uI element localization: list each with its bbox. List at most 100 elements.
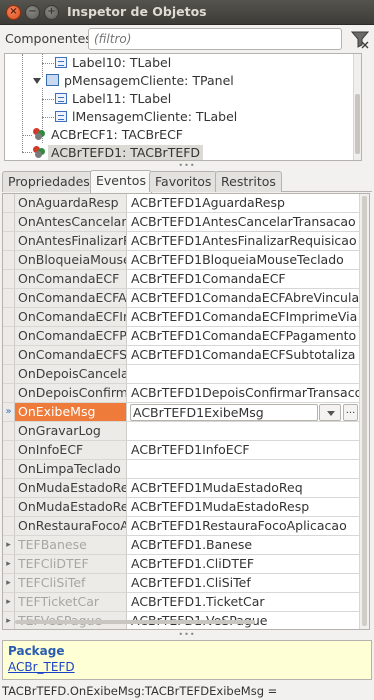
event-name[interactable]: OnAntesCancelarTransacao (15, 213, 127, 231)
event-handler-value[interactable]: ACBrTEFD1AguardaResp (128, 194, 359, 212)
grid-row[interactable]: OnDepoisCancelarTransacoes (3, 365, 359, 384)
scrollbar-thumb[interactable] (15, 620, 255, 624)
event-handler-editor[interactable]: ACBrTEFD1ExibeMsg (130, 404, 318, 421)
maximize-window-button[interactable]: + (44, 5, 59, 20)
event-name[interactable]: OnMudaEstadoResp (15, 498, 127, 516)
expand-arrow-icon[interactable]: ▸ (3, 536, 15, 554)
expand-arrow-icon[interactable]: ▸ (3, 574, 15, 592)
event-handler-value[interactable]: ACBrTEFD1ComandaECFPagamento (128, 327, 359, 345)
grid-row[interactable]: OnMudaEstadoReq ACBrTEFD1MudaEstadoReq (3, 479, 359, 498)
event-handler-value[interactable] (128, 365, 359, 383)
grid-row[interactable]: OnComandaECFPagamentoACBrTEFD1ComandaECF… (3, 327, 359, 346)
dropdown-arrow-button[interactable] (319, 404, 341, 421)
grid-row[interactable]: OnDepoisConfirmarTransacoesACBrTEFD1Depo… (3, 384, 359, 403)
event-handler-value[interactable]: ACBrTEFD1.TicketCar (128, 593, 359, 611)
tree-item-acbrtefd1[interactable]: ACBrTEFD1: TACBrTEFD (33, 144, 204, 160)
grid-vertical-scrollbar[interactable] (359, 194, 369, 629)
minimize-window-button[interactable]: − (25, 5, 40, 20)
event-name[interactable]: OnComandaECFSubtotaliza (15, 346, 127, 364)
grid-row[interactable]: OnComandaECFSubtotalizaACBrTEFD1ComandaE… (3, 346, 359, 365)
grid-horizontal-scrollbar[interactable] (15, 618, 360, 626)
component-tree[interactable]: Label10: TLabel pMensagemCliente: TPanel… (4, 53, 362, 161)
event-handler-value[interactable]: ACBrTEFD1.CliDTEF (128, 555, 359, 573)
scrollbar-thumb[interactable] (362, 196, 367, 626)
event-handler-value[interactable]: ACBrTEFD1MudaEstadoResp (128, 498, 359, 516)
event-name[interactable]: TEFBanese (15, 536, 127, 554)
tab-eventos[interactable]: Eventos (90, 170, 152, 193)
event-handler-value[interactable] (128, 460, 359, 478)
filter-button[interactable] (349, 28, 371, 50)
event-handler-value[interactable]: ACBrTEFD1ComandaECFImprimeVia (128, 308, 359, 326)
scrollbar-thumb[interactable] (355, 94, 360, 154)
event-handler-value[interactable]: ACBrTEFD1ComandaECFAbreVinculado (128, 289, 359, 307)
grid-row[interactable]: OnComandaECFImprimeViaACBrTEFD1ComandaEC… (3, 308, 359, 327)
tab-restritos[interactable]: Restritos (215, 171, 282, 192)
grid-row[interactable]: OnAntesCancelarTransacaoACBrTEFD1AntesCa… (3, 213, 359, 232)
grid-row[interactable]: OnComandaECF ACBrTEFD1ComandaECF (3, 270, 359, 289)
event-name[interactable]: OnComandaECFImprimeVia (15, 308, 127, 326)
event-handler-value[interactable]: ACBrTEFD1MudaEstadoReq (128, 479, 359, 497)
ellipsis-button[interactable]: ... (343, 404, 358, 421)
event-handler-value[interactable]: ACBrTEFD1InfoECF (128, 441, 359, 459)
tab-propriedades[interactable]: Propriedades (2, 171, 96, 192)
splitter-handle[interactable]: ••• (176, 162, 198, 170)
splitter-handle[interactable]: ••• (176, 631, 198, 639)
event-handler-value[interactable]: ACBrTEFD1AntesCancelarTransacao (128, 213, 359, 231)
event-name[interactable]: OnGravarLog (15, 422, 127, 440)
expand-arrow-icon[interactable]: ▸ (3, 612, 15, 629)
event-handler-value[interactable] (128, 422, 359, 440)
event-handler-value[interactable]: ACBrTEFD1AntesFinalizarRequisicao (128, 232, 359, 250)
tree-item-acbrecf1[interactable]: ACBrECF1: TACBrECF (33, 126, 186, 144)
tree-item-lmensagemcliente[interactable]: lMensagemCliente: TLabel (55, 108, 240, 126)
grid-row[interactable]: ▸ TEFBanese ACBrTEFD1.Banese (3, 536, 359, 555)
event-name[interactable]: TEFTicketCar (15, 593, 127, 611)
event-name[interactable]: OnAntesFinalizarRequisicao (15, 232, 127, 250)
event-handler-value[interactable]: ACBrTEFD1.CliSiTef (128, 574, 359, 592)
event-handler-value[interactable]: ACBrTEFD1.Banese (128, 536, 359, 554)
grid-row[interactable]: ▸ TEFCliSiTef ACBrTEFD1.CliSiTef (3, 574, 359, 593)
grid-row[interactable]: OnAguardaResp ACBrTEFD1AguardaResp (3, 194, 359, 213)
grid-row[interactable]: OnInfoECF ACBrTEFD1InfoECF (3, 441, 359, 460)
grid-row[interactable]: ▸ TEFTicketCar ACBrTEFD1.TicketCar (3, 593, 359, 612)
tree-scrollbar[interactable] (353, 54, 361, 160)
grid-row[interactable]: OnComandaECFAbreVinculadoACBrTEFD1Comand… (3, 289, 359, 308)
events-grid[interactable]: OnAguardaResp ACBrTEFD1AguardaResp OnAntes… (2, 193, 370, 630)
event-name[interactable]: OnRestauraFocoAplicacao (15, 517, 127, 535)
event-handler-value[interactable]: ACBrTEFD1ComandaECFSubtotaliza (128, 346, 359, 364)
package-link[interactable]: ACBr_TEFD (8, 659, 366, 675)
grid-row[interactable]: OnAntesFinalizarRequisicaoACBrTEFD1Antes… (3, 232, 359, 251)
event-name[interactable]: OnLimpaTeclado (15, 460, 127, 478)
grid-row[interactable]: OnMudaEstadoRespACBrTEFD1MudaEstadoResp (3, 498, 359, 517)
close-window-button[interactable]: × (6, 5, 21, 20)
event-name[interactable]: OnBloqueiaMouseTeclado (15, 251, 127, 269)
tree-item-label10[interactable]: Label10: TLabel (55, 54, 174, 72)
tree-item-label11[interactable]: Label11: TLabel (55, 90, 174, 108)
event-name[interactable]: TEFCliSiTef (15, 574, 127, 592)
grid-row[interactable]: OnLimpaTeclado (3, 460, 359, 479)
event-name[interactable]: OnDepoisCancelarTransacoes (15, 365, 127, 383)
event-name[interactable]: OnMudaEstadoReq (15, 479, 127, 497)
grid-row[interactable]: » OnExibeMsg ACBrTEFD1ExibeMsg... (3, 403, 359, 422)
tree-item-pmensagemcliente[interactable]: pMensagemCliente: TPanel (33, 72, 237, 90)
event-handler-value[interactable]: ACBrTEFD1BloqueiaMouseTeclado (128, 251, 359, 269)
event-name[interactable]: OnInfoECF (15, 441, 127, 459)
event-name[interactable]: OnComandaECF (15, 270, 127, 288)
event-handler-value[interactable]: ACBrTEFD1DepoisConfirmarTransacoes (128, 384, 359, 402)
components-filter-input[interactable] (88, 28, 342, 50)
event-name[interactable]: OnExibeMsg (15, 403, 127, 421)
event-handler-value[interactable]: ACBrTEFD1RestauraFocoAplicacao (128, 517, 359, 535)
grid-row[interactable]: ▸ TEFCliDTEF ACBrTEFD1.CliDTEF (3, 555, 359, 574)
expand-arrow-icon[interactable]: ▸ (3, 555, 15, 573)
grid-row[interactable]: OnRestauraFocoAplicacaoACBrTEFD1Restaura… (3, 517, 359, 536)
event-name[interactable]: TEFCliDTEF (15, 555, 127, 573)
grid-row[interactable]: OnBloqueiaMouseTecladoACBrTEFD1BloqueiaM… (3, 251, 359, 270)
grid-row[interactable]: OnGravarLog (3, 422, 359, 441)
event-handler-value[interactable]: ACBrTEFD1ComandaECF (128, 270, 359, 288)
collapse-arrow-icon[interactable] (33, 78, 41, 84)
event-name[interactable]: OnDepoisConfirmarTransacoes (15, 384, 127, 402)
event-name[interactable]: OnComandaECFAbreVinculado (15, 289, 127, 307)
event-name[interactable]: OnAguardaResp (15, 194, 127, 212)
tab-favoritos[interactable]: Favoritos (149, 171, 218, 192)
expand-arrow-icon[interactable]: ▸ (3, 593, 15, 611)
event-name[interactable]: OnComandaECFPagamento (15, 327, 127, 345)
